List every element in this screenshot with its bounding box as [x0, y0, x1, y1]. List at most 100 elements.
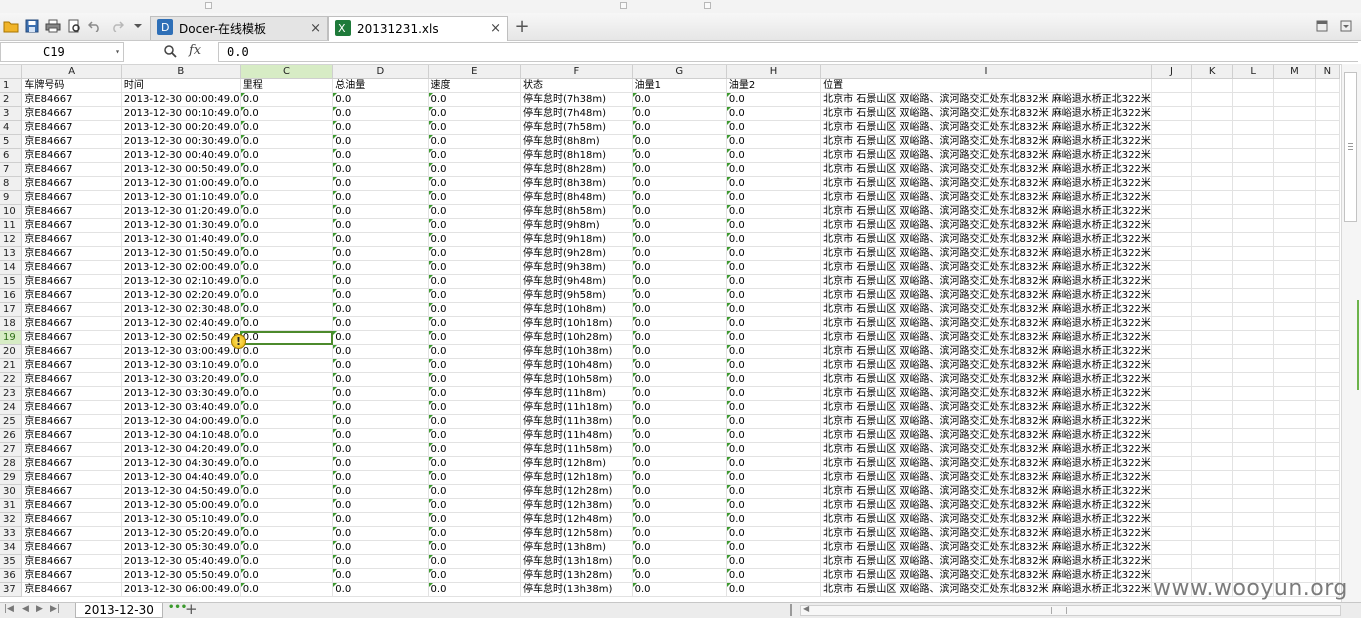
- cell-k8[interactable]: [1191, 176, 1234, 191]
- cell-k13[interactable]: [1191, 246, 1234, 261]
- cell-d17[interactable]: 0.0: [332, 302, 429, 317]
- cell-name-box[interactable]: C19 ▾: [0, 42, 124, 62]
- scroll-left-icon[interactable]: ◀: [803, 604, 809, 613]
- cell-a3[interactable]: 京E84667: [21, 106, 122, 121]
- cell-k4[interactable]: [1191, 120, 1234, 135]
- prev-sheet-icon[interactable]: ◀: [22, 604, 29, 614]
- cell-l1[interactable]: [1232, 78, 1275, 93]
- cell-c23[interactable]: 0.0: [240, 386, 334, 401]
- row-header[interactable]: 19: [0, 330, 23, 345]
- cell-d13[interactable]: 0.0: [332, 246, 429, 261]
- cell-b5[interactable]: 2013-12-30 00:30:49.0: [121, 134, 241, 149]
- cell-i6[interactable]: 北京市 石景山区 双峪路、滨河路交汇处东北832米 麻峪退水桥正北322米: [820, 148, 1152, 163]
- cell-c20[interactable]: 0.0: [240, 344, 334, 359]
- cell-j26[interactable]: [1151, 428, 1193, 443]
- column-header-m[interactable]: M: [1273, 65, 1316, 79]
- cell-n14[interactable]: [1315, 260, 1340, 275]
- cell-l6[interactable]: [1232, 148, 1275, 163]
- cell-j1[interactable]: [1151, 78, 1193, 93]
- cell-e22[interactable]: 0.0: [428, 372, 522, 387]
- row-header[interactable]: 25: [0, 414, 23, 429]
- cell-c27[interactable]: 0.0: [240, 442, 334, 457]
- cell-a29[interactable]: 京E84667: [21, 470, 122, 485]
- cell-i4[interactable]: 北京市 石景山区 双峪路、滨河路交汇处东北832米 麻峪退水桥正北322米: [820, 120, 1152, 135]
- cell-d15[interactable]: 0.0: [332, 274, 429, 289]
- cell-h20[interactable]: 0.0: [726, 344, 822, 359]
- cell-l16[interactable]: [1232, 288, 1275, 303]
- cell-g18[interactable]: 0.0: [632, 316, 727, 331]
- cell-c17[interactable]: 0.0: [240, 302, 334, 317]
- cell-b11[interactable]: 2013-12-30 01:30:49.0: [121, 218, 241, 233]
- cell-n31[interactable]: [1315, 498, 1340, 513]
- cell-k33[interactable]: [1191, 526, 1234, 541]
- cell-d7[interactable]: 0.0: [332, 162, 429, 177]
- cell-g17[interactable]: 0.0: [632, 302, 727, 317]
- cell-m15[interactable]: [1273, 274, 1316, 289]
- cell-m1[interactable]: [1273, 78, 1316, 93]
- cell-l32[interactable]: [1232, 512, 1275, 527]
- cell-n30[interactable]: [1315, 484, 1340, 499]
- cell-m9[interactable]: [1273, 190, 1316, 205]
- cell-a30[interactable]: 京E84667: [21, 484, 122, 499]
- cell-d23[interactable]: 0.0: [332, 386, 429, 401]
- cell-h7[interactable]: 0.0: [726, 162, 822, 177]
- cell-i17[interactable]: 北京市 石景山区 双峪路、滨河路交汇处东北832米 麻峪退水桥正北322米: [820, 302, 1152, 317]
- row-header[interactable]: 5: [0, 134, 23, 149]
- cell-h29[interactable]: 0.0: [726, 470, 822, 485]
- cell-j25[interactable]: [1151, 414, 1193, 429]
- cell-b13[interactable]: 2013-12-30 01:50:49.0: [121, 246, 241, 261]
- cell-g13[interactable]: 0.0: [632, 246, 727, 261]
- cell-j22[interactable]: [1151, 372, 1193, 387]
- cell-f15[interactable]: 停车怠时(9h48m): [520, 274, 633, 289]
- tab-xls-close-icon[interactable]: ×: [490, 21, 501, 36]
- cell-k35[interactable]: [1191, 554, 1234, 569]
- cell-m31[interactable]: [1273, 498, 1316, 513]
- row-header[interactable]: 10: [0, 204, 23, 219]
- row-header[interactable]: 36: [0, 568, 23, 583]
- cell-k2[interactable]: [1191, 92, 1234, 107]
- cell-c3[interactable]: 0.0: [240, 106, 334, 121]
- cell-f12[interactable]: 停车怠时(9h18m): [520, 232, 633, 247]
- cell-d32[interactable]: 0.0: [332, 512, 429, 527]
- cell-h21[interactable]: 0.0: [726, 358, 822, 373]
- cell-l4[interactable]: [1232, 120, 1275, 135]
- toolbar-dropdown-icon[interactable]: [130, 17, 146, 35]
- cell-j33[interactable]: [1151, 526, 1193, 541]
- cell-g16[interactable]: 0.0: [632, 288, 727, 303]
- cell-c14[interactable]: 0.0: [240, 260, 334, 275]
- cell-a9[interactable]: 京E84667: [21, 190, 122, 205]
- row-header[interactable]: 7: [0, 162, 23, 177]
- cell-n15[interactable]: [1315, 274, 1340, 289]
- cell-j28[interactable]: [1151, 456, 1193, 471]
- cell-b20[interactable]: 2013-12-30 03:00:49.0: [121, 344, 241, 359]
- cell-h14[interactable]: 0.0: [726, 260, 822, 275]
- cell-a34[interactable]: 京E84667: [21, 540, 122, 555]
- cell-d22[interactable]: 0.0: [332, 372, 429, 387]
- column-header-a[interactable]: A: [21, 65, 122, 79]
- cell-b29[interactable]: 2013-12-30 04:40:49.0: [121, 470, 241, 485]
- cell-i19[interactable]: 北京市 石景山区 双峪路、滨河路交汇处东北832米 麻峪退水桥正北322米: [820, 330, 1152, 345]
- cell-m10[interactable]: [1273, 204, 1316, 219]
- cell-l25[interactable]: [1232, 414, 1275, 429]
- cell-m17[interactable]: [1273, 302, 1316, 317]
- cell-b35[interactable]: 2013-12-30 05:40:49.0: [121, 554, 241, 569]
- cell-h6[interactable]: 0.0: [726, 148, 822, 163]
- cell-l7[interactable]: [1232, 162, 1275, 177]
- cell-a37[interactable]: 京E84667: [21, 582, 122, 597]
- cell-b12[interactable]: 2013-12-30 01:40:49.0: [121, 232, 241, 247]
- cell-g15[interactable]: 0.0: [632, 274, 727, 289]
- cell-a21[interactable]: 京E84667: [21, 358, 122, 373]
- cell-k6[interactable]: [1191, 148, 1234, 163]
- cell-g14[interactable]: 0.0: [632, 260, 727, 275]
- cell-g34[interactable]: 0.0: [632, 540, 727, 555]
- cell-e6[interactable]: 0.0: [428, 148, 522, 163]
- cell-m35[interactable]: [1273, 554, 1316, 569]
- cell-m24[interactable]: [1273, 400, 1316, 415]
- cell-i35[interactable]: 北京市 石景山区 双峪路、滨河路交汇处东北832米 麻峪退水桥正北322米: [820, 554, 1152, 569]
- cell-m12[interactable]: [1273, 232, 1316, 247]
- cell-d8[interactable]: 0.0: [332, 176, 429, 191]
- cell-l5[interactable]: [1232, 134, 1275, 149]
- fx-icon[interactable]: fx: [189, 43, 201, 58]
- cell-f23[interactable]: 停车怠时(11h8m): [520, 386, 633, 401]
- cell-b37[interactable]: 2013-12-30 06:00:49.0: [121, 582, 241, 597]
